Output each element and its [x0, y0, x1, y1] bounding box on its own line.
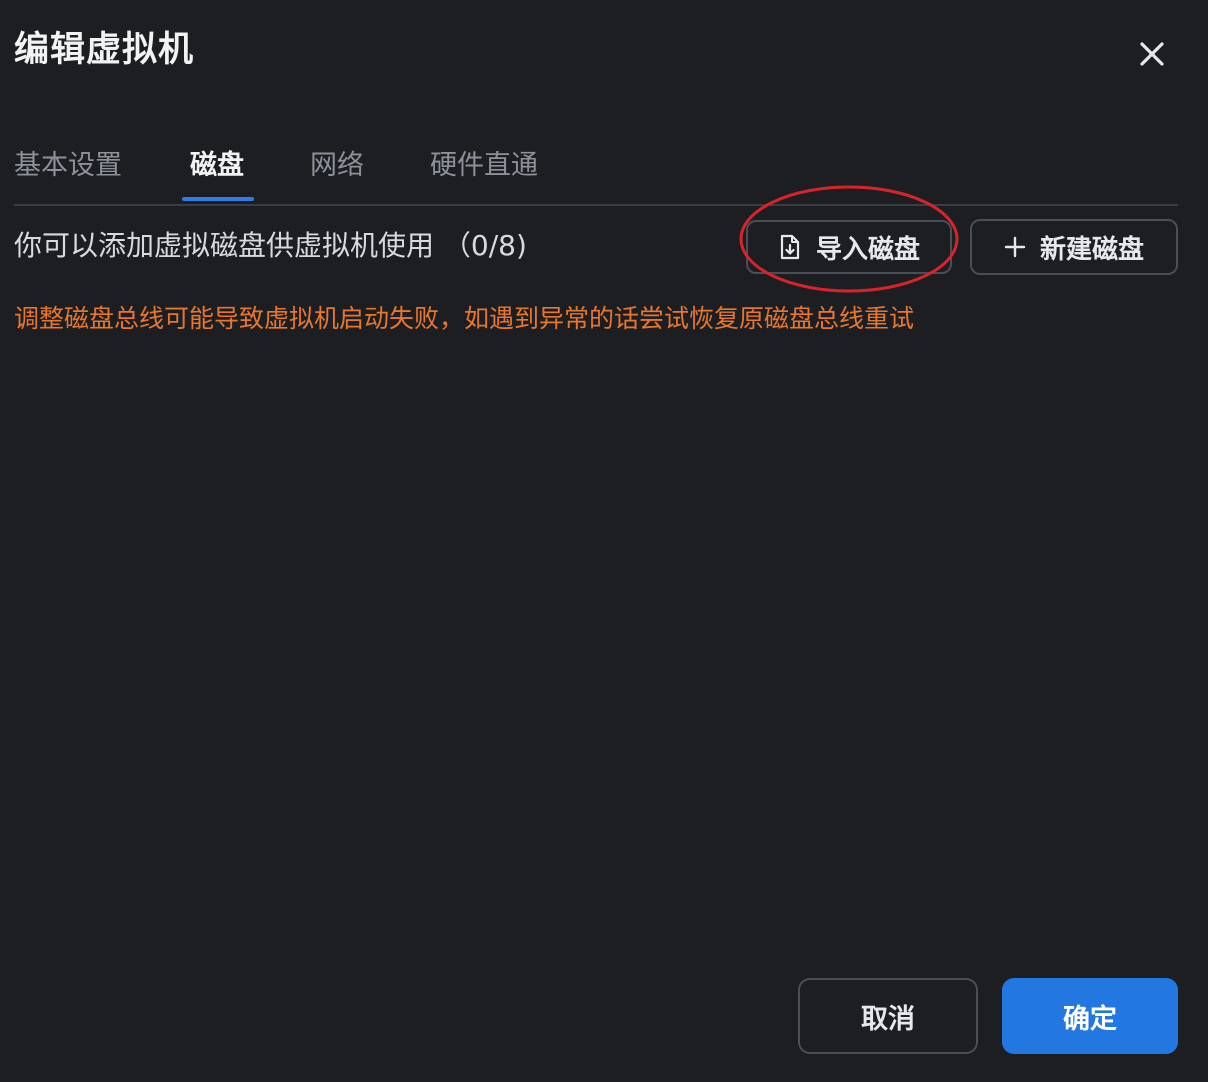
dialog-title: 编辑虚拟机: [14, 30, 195, 70]
edit-vm-dialog: 编辑虚拟机 基本设置 磁盘 网络 硬件直通 你可以添加虚拟磁盘供虚拟机使用 （0…: [0, 0, 1208, 1082]
cancel-button[interactable]: 取消: [798, 978, 978, 1054]
disk-description: 你可以添加虚拟磁盘供虚拟机使用 （0/8): [14, 229, 527, 262]
new-disk-button[interactable]: 新建磁盘: [970, 219, 1178, 275]
close-button[interactable]: [1132, 34, 1172, 74]
plus-icon: [1004, 236, 1026, 258]
bus-warning-text: 调整磁盘总线可能导致虚拟机启动失败，如遇到异常的话尝试恢复原磁盘总线重试: [14, 304, 915, 333]
tab-basic-settings[interactable]: 基本设置: [14, 146, 122, 186]
active-tab-indicator: [182, 197, 254, 201]
import-disk-button[interactable]: 导入磁盘: [746, 220, 952, 274]
import-disk-label: 导入磁盘: [815, 234, 920, 265]
tab-network[interactable]: 网络: [310, 146, 364, 186]
tab-hardware-passthrough[interactable]: 硬件直通: [430, 146, 538, 186]
tab-bar: 基本设置 磁盘 网络 硬件直通: [14, 140, 1178, 206]
confirm-button[interactable]: 确定: [1002, 978, 1178, 1054]
close-icon: [1140, 42, 1164, 66]
new-disk-label: 新建磁盘: [1039, 234, 1144, 265]
file-import-icon: [778, 234, 802, 260]
tab-disk[interactable]: 磁盘: [190, 146, 244, 186]
